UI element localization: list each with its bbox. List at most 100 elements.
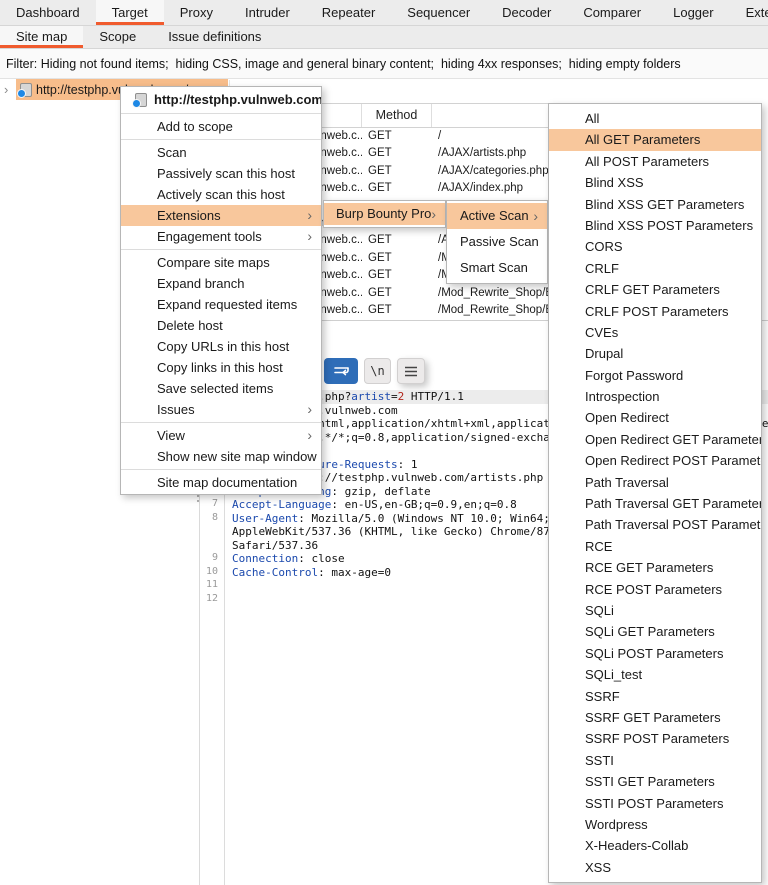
menu-item-view[interactable]: View› [121, 425, 321, 446]
tab-sequencer[interactable]: Sequencer [391, 0, 486, 25]
profile-path-traversal-get-parameters[interactable]: Path Traversal GET Parameters [549, 493, 761, 514]
menu-separator [121, 113, 321, 114]
burp-bounty-submenu: Active Scan›Passive ScanSmart Scan [446, 200, 548, 284]
sitemap-filter-bar[interactable]: Filter: Hiding not found items; hiding C… [0, 49, 768, 79]
word-wrap-toggle-button[interactable] [324, 358, 358, 384]
tab-logger[interactable]: Logger [657, 0, 729, 25]
cell-method: GET [362, 128, 432, 145]
menu-item-passively-scan-this-host[interactable]: Passively scan this host [121, 163, 321, 184]
submenu-arrow-icon: › [431, 203, 436, 225]
profile-cves[interactable]: CVEs [549, 322, 761, 343]
line-number [196, 525, 225, 539]
host-file-blue-dot-icon [134, 93, 146, 106]
tab-extender[interactable]: Extender [730, 0, 768, 25]
profile-ssrf-post-parameters[interactable]: SSRF POST Parameters [549, 728, 761, 749]
hamburger-menu-button[interactable] [397, 358, 425, 384]
cell-method: GET [362, 145, 432, 162]
profile-ssrf-get-parameters[interactable]: SSRF GET Parameters [549, 707, 761, 728]
profile-ssti[interactable]: SSTI [549, 750, 761, 771]
profile-blind-xss-get-parameters[interactable]: Blind XSS GET Parameters [549, 194, 761, 215]
profile-sqli-post-parameters[interactable]: SQLi POST Parameters [549, 643, 761, 664]
profile-ssti-post-parameters[interactable]: SSTI POST Parameters [549, 793, 761, 814]
line-number: 8 [196, 512, 225, 526]
submenu-arrow-icon: › [533, 203, 538, 229]
cell-method: GET [362, 250, 432, 267]
profile-crlf-post-parameters[interactable]: CRLF POST Parameters [549, 301, 761, 322]
profile-all-post-parameters[interactable]: All POST Parameters [549, 151, 761, 172]
submenu-arrow-icon: › [307, 399, 312, 420]
profile-wordpress[interactable]: Wordpress [549, 814, 761, 835]
cell-method: GET [362, 232, 432, 249]
submenu-arrow-icon: › [307, 205, 312, 226]
menu-item-extensions[interactable]: Extensions› [121, 205, 321, 226]
profile-open-redirect-get-parameters[interactable]: Open Redirect GET Parameters [549, 429, 761, 450]
scan-mode-passive-scan[interactable]: Passive Scan [447, 229, 547, 255]
profile-blind-xss-post-parameters[interactable]: Blind XSS POST Parameters [549, 215, 761, 236]
scan-mode-smart-scan[interactable]: Smart Scan [447, 255, 547, 281]
profile-path-traversal-post-parameters[interactable]: Path Traversal POST Parameters [549, 514, 761, 535]
tab-comparer[interactable]: Comparer [567, 0, 657, 25]
profile-rce-post-parameters[interactable]: RCE POST Parameters [549, 579, 761, 600]
profile-rce-get-parameters[interactable]: RCE GET Parameters [549, 557, 761, 578]
menu-item-save-selected-items[interactable]: Save selected items [121, 378, 321, 399]
line-number [196, 539, 225, 553]
context-menu-header: http://testphp.vulnweb.com/ [121, 88, 321, 111]
profile-crlf[interactable]: CRLF [549, 258, 761, 279]
subtab-issue-definitions[interactable]: Issue definitions [152, 26, 277, 48]
line-number: 12 [196, 593, 225, 607]
target-sub-tab-bar: Site mapScopeIssue definitions [0, 26, 768, 49]
column-header-method[interactable]: Method [362, 104, 432, 127]
profile-introspection[interactable]: Introspection [549, 386, 761, 407]
menu-item-copy-urls-in-this-host[interactable]: Copy URLs in this host [121, 336, 321, 357]
show-newlines-button[interactable]: \n [364, 358, 391, 384]
menu-item-expand-branch[interactable]: Expand branch [121, 273, 321, 294]
menu-item-delete-host[interactable]: Delete host [121, 315, 321, 336]
profile-sqli-test[interactable]: SQLi_test [549, 664, 761, 685]
menu-separator [121, 469, 321, 470]
profile-sqli[interactable]: SQLi [549, 600, 761, 621]
menu-item-show-new-site-map-window[interactable]: Show new site map window [121, 446, 321, 467]
profile-all[interactable]: All [549, 108, 761, 129]
profile-cors[interactable]: CORS [549, 236, 761, 257]
menu-item-issues[interactable]: Issues› [121, 399, 321, 420]
menu-separator [121, 249, 321, 250]
chevron-right-icon[interactable]: › [4, 80, 16, 100]
tab-proxy[interactable]: Proxy [164, 0, 229, 25]
profile-open-redirect-post-parameters[interactable]: Open Redirect POST Parameters [549, 450, 761, 471]
subtab-site-map[interactable]: Site map [0, 26, 83, 48]
menu-item-add-to-scope[interactable]: Add to scope [121, 116, 321, 137]
context-menu-header-label: http://testphp.vulnweb.com/ [154, 92, 321, 107]
profile-all-get-parameters[interactable]: All GET Parameters [549, 129, 761, 150]
profile-ssti-get-parameters[interactable]: SSTI GET Parameters [549, 771, 761, 792]
cell-method: GET [362, 163, 432, 180]
profile-drupal[interactable]: Drupal [549, 343, 761, 364]
cell-method: GET [362, 267, 432, 284]
profile-sqli-get-parameters[interactable]: SQLi GET Parameters [549, 621, 761, 642]
profile-open-redirect[interactable]: Open Redirect [549, 407, 761, 428]
main-tab-bar: DashboardTargetProxyIntruderRepeaterSequ… [0, 0, 768, 26]
profile-forgot-password[interactable]: Forgot Password [549, 365, 761, 386]
menu-item-site-map-documentation[interactable]: Site map documentation [121, 472, 321, 493]
menu-item-engagement-tools[interactable]: Engagement tools› [121, 226, 321, 247]
menu-item-scan[interactable]: Scan [121, 142, 321, 163]
profile-ssrf[interactable]: SSRF [549, 686, 761, 707]
scan-mode-active-scan[interactable]: Active Scan› [447, 203, 547, 229]
tab-decoder[interactable]: Decoder [486, 0, 567, 25]
profile-rce[interactable]: RCE [549, 536, 761, 557]
profile-xss[interactable]: XSS [549, 857, 761, 878]
profile-crlf-get-parameters[interactable]: CRLF GET Parameters [549, 279, 761, 300]
menu-item-copy-links-in-this-host[interactable]: Copy links in this host [121, 357, 321, 378]
tab-repeater[interactable]: Repeater [306, 0, 391, 25]
tab-intruder[interactable]: Intruder [229, 0, 306, 25]
profile-x-headers-collab[interactable]: X-Headers-Collab [549, 835, 761, 856]
profile-path-traversal[interactable]: Path Traversal [549, 472, 761, 493]
profile-blind-xss[interactable]: Blind XSS [549, 172, 761, 193]
cell-method: GET [362, 302, 432, 319]
menu-item-expand-requested-items[interactable]: Expand requested items [121, 294, 321, 315]
tab-dashboard[interactable]: Dashboard [0, 0, 96, 25]
menu-item-compare-site-maps[interactable]: Compare site maps [121, 252, 321, 273]
subtab-scope[interactable]: Scope [83, 26, 152, 48]
menu-item-actively-scan-this-host[interactable]: Actively scan this host [121, 184, 321, 205]
extension-burp-bounty-pro[interactable]: Burp Bounty Pro› [324, 203, 445, 225]
tab-target[interactable]: Target [96, 0, 164, 25]
